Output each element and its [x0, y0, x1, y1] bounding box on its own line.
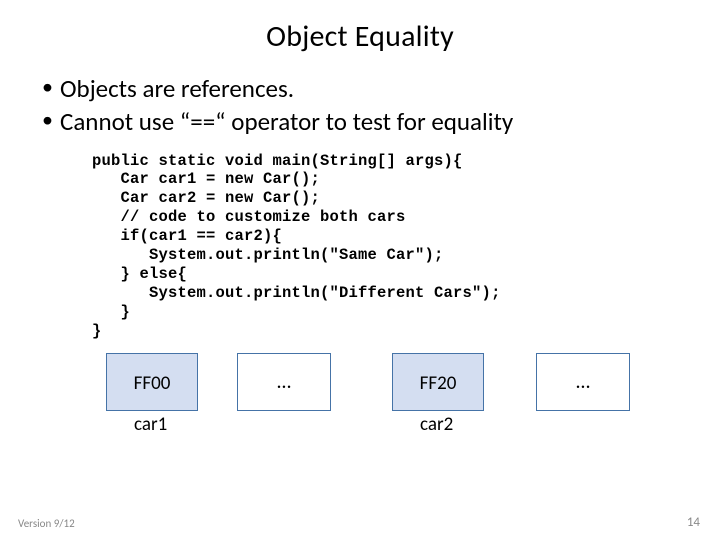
var-label-car2: car2	[420, 413, 453, 436]
bullet-item: • Cannot use “==“ operator to test for e…	[42, 106, 684, 137]
slide-title: Object Equality	[36, 18, 684, 55]
var-label-car1: car1	[134, 413, 167, 436]
slide: Object Equality • Objects are references…	[0, 0, 720, 540]
bullet-dot: •	[42, 106, 60, 134]
memory-box-car2: FF20	[392, 353, 484, 411]
bullet-text: Objects are references.	[60, 73, 684, 104]
page-number: 14	[687, 515, 700, 530]
memory-box-gap2: …	[536, 353, 630, 411]
memory-diagram: FF00 … FF20 … car1 car2	[92, 353, 674, 443]
memory-address: FF00	[107, 372, 197, 395]
code-block: public static void main(String[] args){ …	[92, 152, 684, 341]
memory-address: FF20	[393, 372, 483, 395]
ellipsis-icon: …	[238, 370, 330, 394]
bullet-dot: •	[42, 73, 60, 101]
bullet-text: Cannot use “==“ operator to test for equ…	[60, 106, 684, 137]
bullet-item: • Objects are references.	[42, 73, 684, 104]
memory-box-gap1: …	[237, 353, 331, 411]
bullet-list: • Objects are references. • Cannot use “…	[42, 73, 684, 138]
footer-version: Version 9/12	[18, 517, 75, 530]
ellipsis-icon: …	[537, 370, 629, 394]
memory-box-car1: FF00	[106, 353, 198, 411]
